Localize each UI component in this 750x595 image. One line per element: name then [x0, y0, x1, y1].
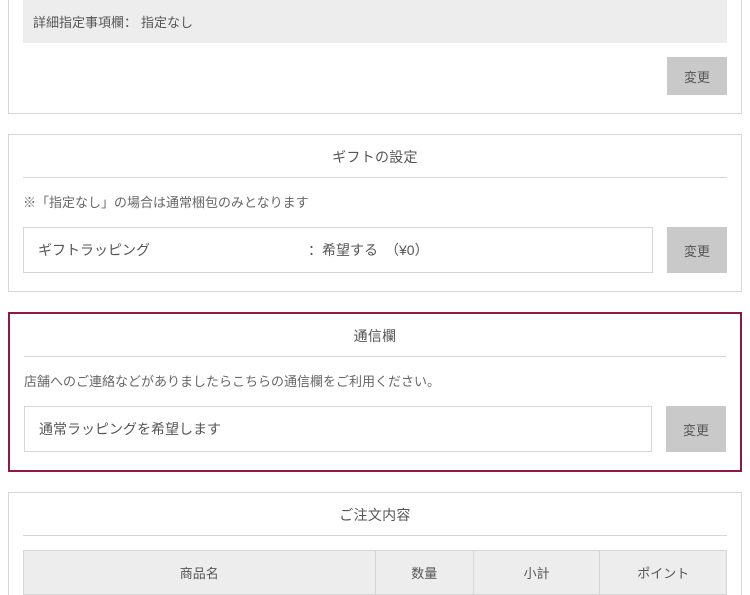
gift-wrapping-value: ：希望する （¥0） — [308, 240, 638, 260]
gift-settings-note: ※「指定なし」の場合は通常梱包のみとなります — [23, 178, 727, 221]
detail-spec-actions: 変更 — [23, 43, 727, 95]
change-button[interactable]: 変更 — [667, 227, 727, 273]
message-note: 店舗へのご連絡などがありましたらこちらの通信欄をご利用ください。 — [24, 357, 726, 400]
detail-spec-row: 詳細指定事項欄： 指定なし — [23, 0, 727, 43]
detail-spec-label: 詳細指定事項欄： — [33, 12, 137, 31]
detail-spec-value: 指定なし — [141, 12, 193, 31]
message-field: 通常ラッピングを希望します — [24, 406, 652, 452]
order-section: ご注文内容 商品名 数量 小計 ポイント — [8, 492, 742, 595]
gift-wrapping-label: ギフトラッピング — [38, 240, 308, 260]
order-col-subtotal: 小計 — [473, 551, 600, 595]
change-button[interactable]: 変更 — [667, 57, 727, 95]
gift-settings-title: ギフトの設定 — [23, 135, 727, 178]
message-section: 通信欄 店舗へのご連絡などがありましたらこちらの通信欄をご利用ください。 通常ラ… — [8, 312, 742, 472]
change-button[interactable]: 変更 — [666, 406, 726, 452]
gift-row: ギフトラッピング ：希望する （¥0） 変更 — [23, 227, 727, 273]
gift-wrapping-field: ギフトラッピング ：希望する （¥0） — [23, 227, 653, 273]
order-title: ご注文内容 — [23, 493, 727, 536]
message-title: 通信欄 — [24, 314, 726, 357]
order-col-name: 商品名 — [24, 551, 376, 595]
gift-settings-section: ギフトの設定 ※「指定なし」の場合は通常梱包のみとなります ギフトラッピング ：… — [8, 134, 742, 292]
order-table: 商品名 数量 小計 ポイント — [23, 550, 727, 595]
detail-spec-section: 詳細指定事項欄： 指定なし 変更 — [8, 0, 742, 114]
message-row: 通常ラッピングを希望します 変更 — [24, 406, 726, 452]
message-value: 通常ラッピングを希望します — [39, 419, 221, 439]
order-col-qty: 数量 — [375, 551, 473, 595]
order-col-points: ポイント — [600, 551, 727, 595]
order-table-header-row: 商品名 数量 小計 ポイント — [24, 551, 727, 595]
